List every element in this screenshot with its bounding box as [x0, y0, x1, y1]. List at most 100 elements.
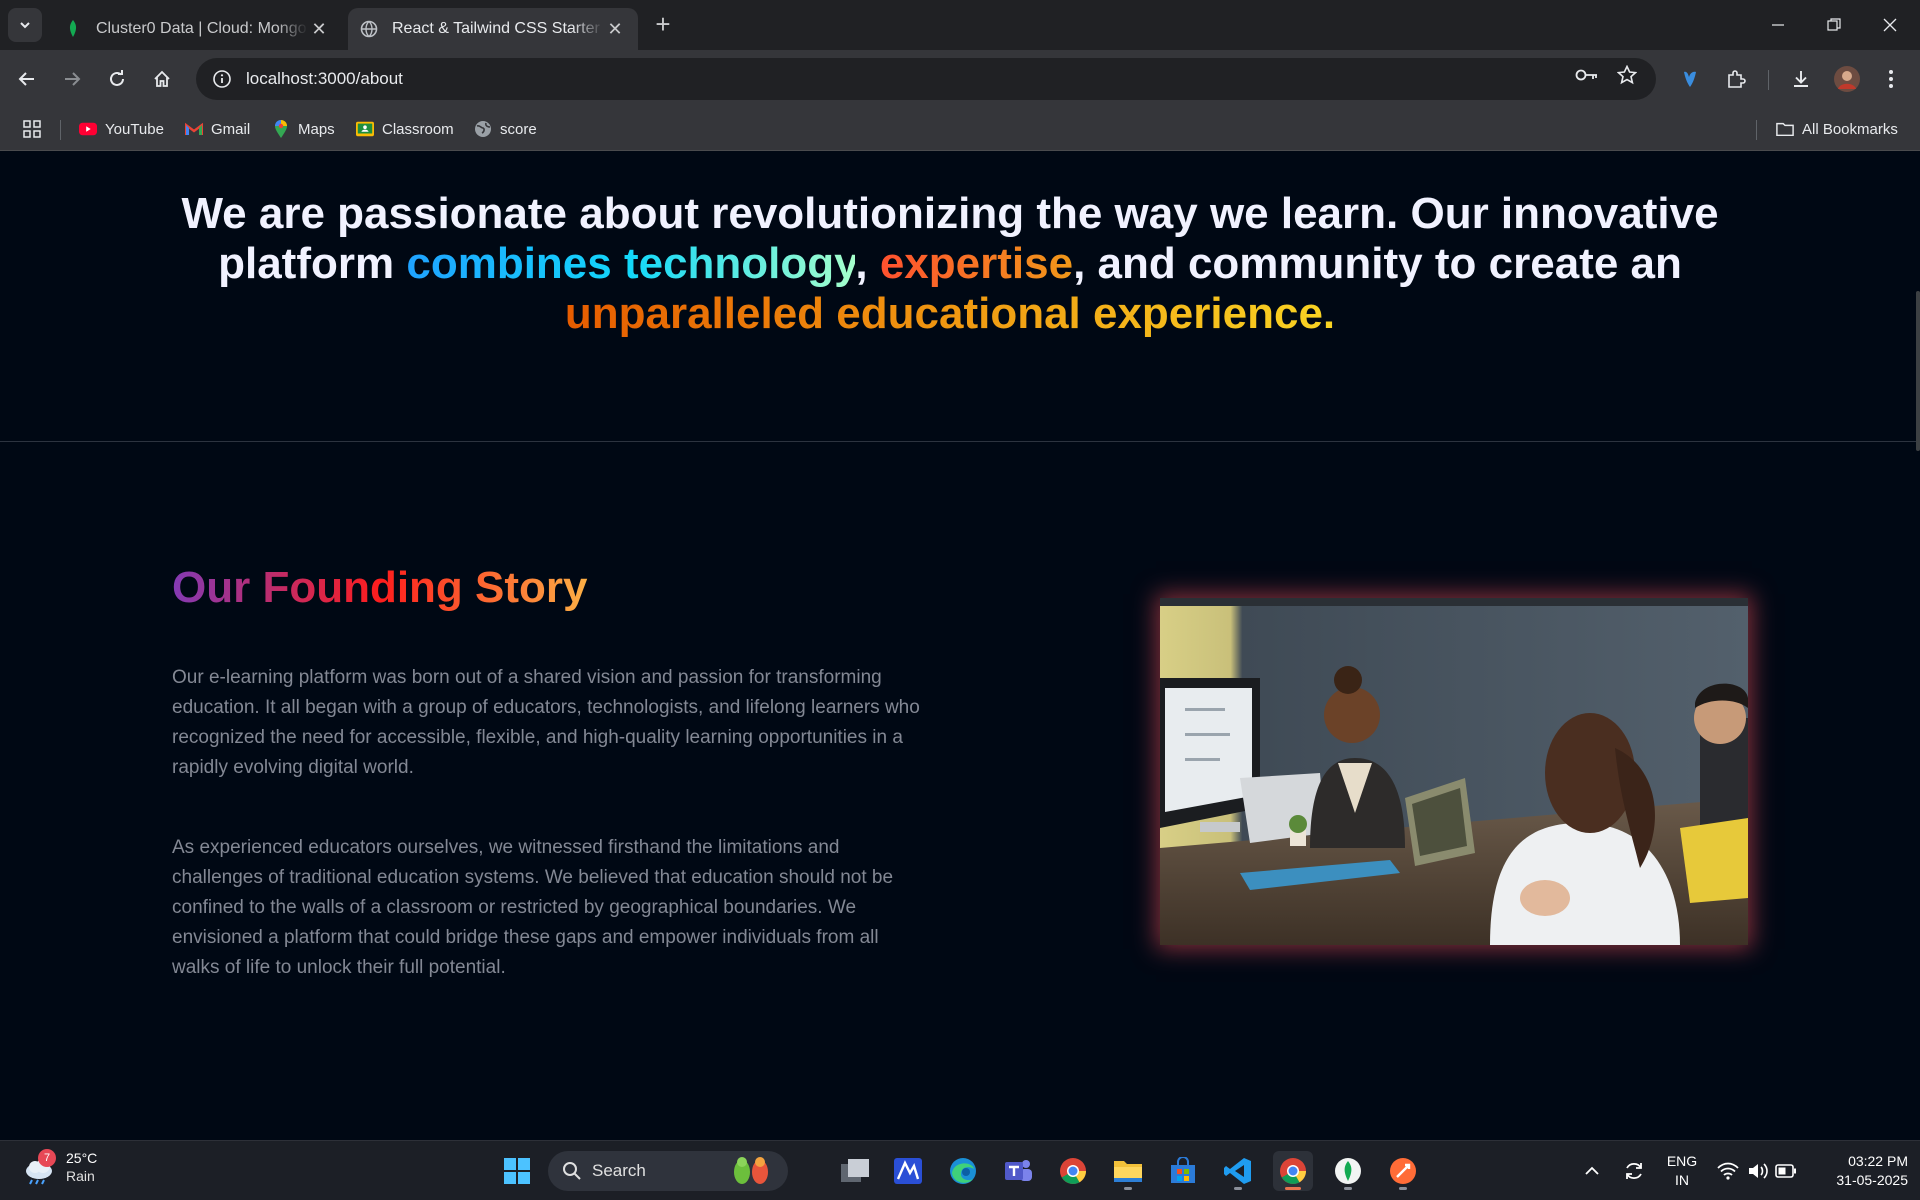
taskbar-app-chrome-active[interactable] [1273, 1151, 1313, 1191]
bookmark-classroom[interactable]: Classroom [356, 117, 454, 141]
mongodb-leaf-icon [1335, 1158, 1361, 1184]
running-indicator [1399, 1187, 1407, 1190]
bookmark-youtube[interactable]: YouTube [79, 117, 164, 141]
browser-menu-icon[interactable] [1874, 62, 1908, 96]
bookmarks-divider [1756, 120, 1757, 140]
minimize-icon [1772, 24, 1784, 26]
apps-grid-icon [23, 120, 41, 138]
extension-shield-icon[interactable] [1673, 62, 1707, 96]
taskbar-app-copilot[interactable] [888, 1151, 928, 1191]
forward-arrow-icon [65, 72, 81, 86]
minimize-button[interactable] [1750, 0, 1806, 50]
maps-icon [272, 120, 290, 138]
wifi-icon[interactable] [1716, 1159, 1740, 1183]
edge-icon [950, 1158, 976, 1184]
region-code: IN [1675, 1172, 1689, 1188]
running-indicator [1234, 1187, 1242, 1190]
close-tab-icon[interactable]: ✕ [604, 18, 626, 40]
chevron-down-icon [20, 22, 30, 29]
show-hidden-icons-chevron-icon[interactable] [1580, 1159, 1604, 1183]
all-bookmarks-button[interactable]: All Bookmarks [1776, 117, 1898, 141]
globe-icon [474, 120, 492, 138]
toolbar-divider [1768, 70, 1769, 90]
bookmark-label: YouTube [105, 120, 164, 138]
battery-icon[interactable] [1774, 1159, 1798, 1183]
bookmark-maps[interactable]: Maps [272, 117, 335, 141]
restore-button[interactable] [1806, 0, 1862, 50]
taskbar-app-file-explorer[interactable] [1108, 1151, 1148, 1191]
windows-logo-icon [504, 1158, 530, 1184]
taskbar-app-chrome[interactable] [1053, 1151, 1093, 1191]
hero-highlight-experience: unparalleled educational experience. [564, 289, 1336, 338]
taskbar-app-store[interactable] [1163, 1151, 1203, 1191]
address-bar[interactable]: localhost:3000/about [196, 58, 1656, 100]
running-indicator [1124, 1187, 1132, 1190]
bookmark-star-icon[interactable] [1612, 60, 1642, 90]
browser-toolbar: localhost:3000/about [0, 50, 1920, 108]
taskbar-app-vscode[interactable] [1218, 1151, 1258, 1191]
teams-icon [1005, 1160, 1032, 1181]
bookmark-label: score [500, 120, 537, 138]
start-button[interactable] [497, 1151, 537, 1191]
taskbar-app-edge[interactable] [943, 1151, 983, 1191]
new-tab-button[interactable]: + [650, 11, 676, 38]
back-arrow-icon [18, 72, 34, 86]
section-divider [0, 441, 1920, 442]
extensions-puzzle-icon[interactable] [1719, 62, 1753, 96]
sync-icon[interactable] [1622, 1159, 1646, 1183]
bookmarks-divider [60, 120, 61, 140]
hero-text: , and community to create an [1073, 239, 1682, 288]
language-code: ENG [1666, 1153, 1698, 1169]
mongodb-leaf-icon [64, 20, 82, 38]
tab-strip: Cluster0 Data | Cloud: MongoDB ✕ React &… [0, 0, 1920, 50]
clock[interactable]: 03:22 PM 31-05-2025 [1808, 1152, 1908, 1190]
taskbar-app-teams[interactable] [998, 1151, 1038, 1191]
tab-title: Cluster0 Data | Cloud: MongoDB [96, 20, 308, 37]
input-language-indicator[interactable]: ENG IN [1660, 1152, 1704, 1190]
home-button[interactable] [145, 62, 179, 96]
bookmarks-bar: YouTube Gmail Maps Classroom score All B… [0, 108, 1920, 151]
site-info-icon[interactable] [202, 58, 242, 100]
back-button[interactable] [10, 62, 44, 96]
weather-alert-badge: 7 [38, 1149, 56, 1167]
downloads-icon[interactable] [1784, 62, 1818, 96]
globe-icon [360, 20, 378, 38]
folder-icon [1776, 120, 1794, 138]
volume-icon[interactable] [1746, 1159, 1770, 1183]
taskbar-search[interactable]: Search [548, 1151, 788, 1191]
hero-highlight-technology: combines technology [406, 239, 856, 288]
bookmark-label: Maps [298, 120, 335, 138]
tab-react-starter[interactable]: React & Tailwind CSS Starter Pack ✕ [348, 8, 638, 50]
close-tab-icon[interactable]: ✕ [308, 18, 330, 40]
tab-mongodb[interactable]: Cluster0 Data | Cloud: MongoDB ✕ [52, 8, 342, 50]
taskbar-app-mongodb-compass[interactable] [1328, 1151, 1368, 1191]
tab-search-button[interactable] [8, 8, 42, 42]
weather-temperature: 25°C [66, 1150, 98, 1166]
gmail-icon [185, 120, 203, 138]
close-window-button[interactable] [1862, 0, 1918, 50]
clock-date: 31-05-2025 [1836, 1172, 1908, 1188]
tab-title: React & Tailwind CSS Starter Pack [392, 20, 604, 37]
running-indicator [1344, 1187, 1352, 1190]
windows-taskbar: 7 25°C Rain Search ENG IN 03:22 PM 31-05… [0, 1140, 1920, 1200]
password-key-icon[interactable] [1572, 60, 1602, 90]
weather-widget[interactable]: 7 25°C Rain [22, 1149, 97, 1185]
about-page: We are passionate about revolutionizing … [0, 151, 1920, 1140]
bookmark-score[interactable]: score [474, 117, 537, 141]
taskbar-app-postman[interactable] [1383, 1151, 1423, 1191]
running-indicator [1285, 1187, 1301, 1190]
bookmark-label: Gmail [211, 120, 251, 138]
founding-story-paragraph-1: Our e-learning platform was born out of … [172, 667, 920, 778]
classroom-icon [356, 120, 374, 138]
task-view-button[interactable] [835, 1151, 875, 1191]
profile-avatar[interactable] [1830, 62, 1864, 96]
clock-time: 03:22 PM [1848, 1153, 1908, 1169]
apps-grid-button[interactable] [22, 117, 42, 141]
bookmark-label: Classroom [382, 120, 454, 138]
youtube-icon [79, 120, 97, 138]
bookmark-gmail[interactable]: Gmail [185, 117, 250, 141]
scrollbar-thumb[interactable] [1916, 291, 1920, 451]
reload-button[interactable] [100, 62, 134, 96]
forward-button[interactable] [55, 62, 89, 96]
hero-highlight-expertise: expertise [879, 239, 1074, 288]
